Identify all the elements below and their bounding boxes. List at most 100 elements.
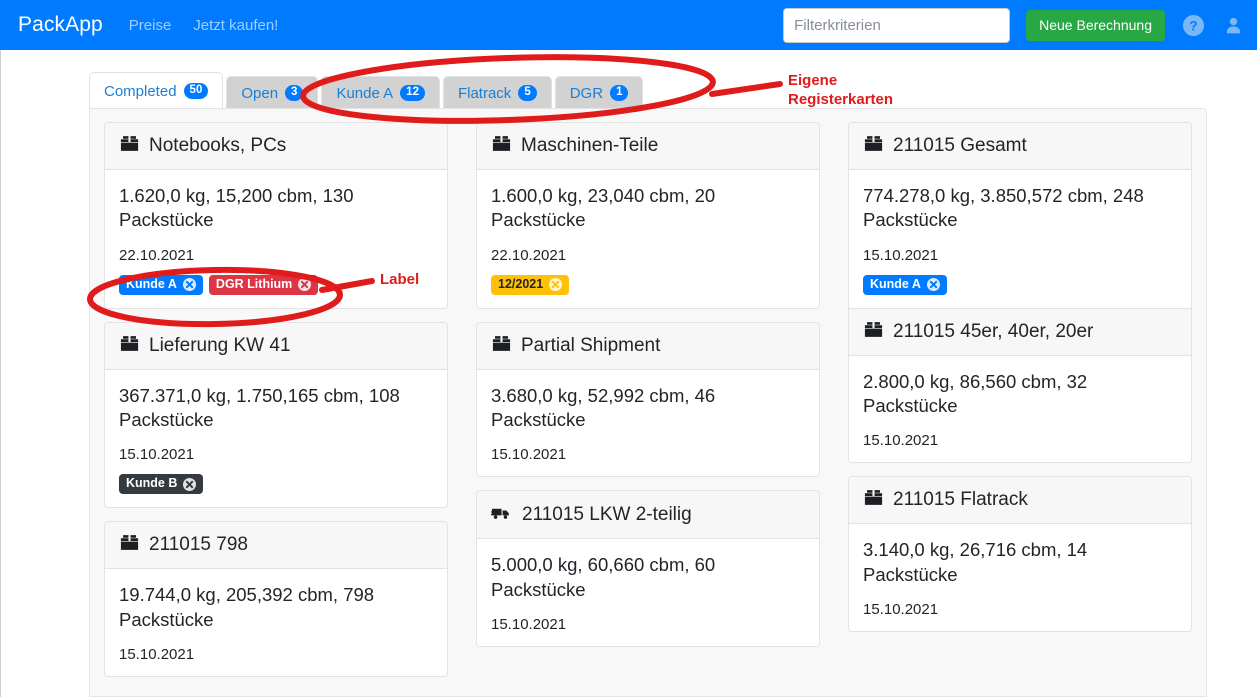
tab-label: Completed [104,82,177,100]
user-icon[interactable] [1221,13,1245,37]
card-body: 3.140,0 kg, 26,716 cbm, 14 Packstücke 15.… [849,524,1191,631]
card-stats: 3.140,0 kg, 26,716 cbm, 14 Packstücke [863,539,1088,585]
card-date: 15.10.2021 [863,246,939,264]
card-title: 211015 798 [149,534,248,556]
remove-label-icon[interactable] [183,477,197,491]
card-date: 15.10.2021 [863,601,939,619]
tab-bar: Completed 50 Open 3 Kunde A 12 Flatrack 5 DGR 1 [89,72,644,109]
card-header: Maschinen-Teile [477,123,819,170]
card-header: Lieferung KW 41 [105,322,447,370]
shipment-card[interactable]: 211015 45er, 40er, 20er 2.800,0 kg, 86,56… [848,308,1192,464]
box-icon [491,333,512,359]
card-label-text: Kunde A [870,276,921,291]
shipment-card[interactable]: 211015 798 19.744,0 kg, 205,392 cbm, 798 … [104,521,448,677]
card-label[interactable]: 12/2021 [491,274,570,295]
card-labels: Kunde B [119,474,433,495]
tab-count-badge: 1 [610,85,629,101]
card-header: 211015 Flatrack [849,477,1191,525]
cards-panel: Notebooks, PCs 1.620,0 kg, 15,200 cbm, 13… [89,108,1207,697]
box-icon [119,532,140,558]
card-label[interactable]: Kunde A [863,274,947,295]
card-column: Notebooks, PCs 1.620,0 kg, 15,200 cbm, 13… [104,122,448,690]
shipment-card[interactable]: Lieferung KW 41 367.371,0 kg, 1.750,165 c… [104,321,448,509]
card-stats: 367.371,0 kg, 1.750,165 cbm, 108 Packstü… [119,384,400,430]
new-calculation-button[interactable]: Neue Berechnung [1026,9,1165,41]
card-header: Partial Shipment [477,322,819,370]
card-columns: Notebooks, PCs 1.620,0 kg, 15,200 cbm, 13… [90,109,1206,690]
svg-text:?: ? [1189,18,1197,33]
card-title: Partial Shipment [521,334,661,356]
card-column: Maschinen-Teile 1.600,0 kg, 23,040 cbm, 2… [476,122,820,690]
box-icon [863,133,884,159]
card-stats: 19.744,0 kg, 205,392 cbm, 798 Packstücke [119,584,375,630]
box-icon [863,487,884,513]
page-body: Completed 50 Open 3 Kunde A 12 Flatrack 5 DGR 1 N… [0,50,1257,697]
tab-dgr[interactable]: DGR 1 [554,76,644,109]
card-body: 367.371,0 kg, 1.750,165 cbm, 108 Packstü… [105,370,447,508]
remove-label-icon[interactable] [926,278,940,292]
help-circle-icon[interactable]: ? [1181,13,1205,37]
tab-count-badge: 50 [183,83,209,99]
filter-input[interactable] [783,7,1011,43]
nav-link-jetzt-kaufen[interactable]: Jetzt kaufen! [193,17,278,34]
card-title: 211015 LKW 2-teilig [522,503,692,525]
nav-link-preise[interactable]: Preise [129,17,172,34]
card-date: 22.10.2021 [119,246,195,264]
tab-kunde-a[interactable]: Kunde A 12 [321,76,440,109]
box-icon [863,319,884,345]
tab-flatrack[interactable]: Flatrack 5 [442,76,552,109]
card-labels: 12/2021 [491,274,805,295]
card-label-text: 12/2021 [498,276,544,291]
truck-icon [491,501,513,528]
card-title: 211015 45er, 40er, 20er [893,320,1094,342]
card-date: 15.10.2021 [119,645,195,663]
card-body: 19.744,0 kg, 205,392 cbm, 798 Packstücke… [105,569,447,676]
box-icon [119,333,140,359]
tab-label: Kunde A [336,84,394,102]
shipment-card[interactable]: 211015 Flatrack 3.140,0 kg, 26,716 cbm, 1… [848,476,1192,633]
card-stats: 5.000,0 kg, 60,660 cbm, 60 Packstücke [491,554,716,600]
card-body: 5.000,0 kg, 60,660 cbm, 60 Packstücke 15.… [477,539,819,646]
card-label[interactable]: Kunde B [119,474,204,495]
card-label-text: DGR Lithium [215,276,293,291]
card-header: 211015 45er, 40er, 20er [849,308,1191,356]
card-title: Notebooks, PCs [149,135,287,156]
card-header: 211015 LKW 2-teilig [477,491,819,540]
shipment-card[interactable]: 211015 LKW 2-teilig 5.000,0 kg, 60,660 cb… [476,490,820,648]
card-labels: Kunde A DGR Lithium [119,274,433,295]
box-icon [119,133,140,159]
tab-label: DGR [569,84,604,102]
remove-label-icon[interactable] [549,278,563,292]
remove-label-icon[interactable] [298,278,312,292]
card-date: 22.10.2021 [491,246,567,264]
card-stats: 3.680,0 kg, 52,992 cbm, 46 Packstücke [491,384,716,430]
card-label[interactable]: Kunde A [119,274,203,295]
shipment-card[interactable]: Notebooks, PCs 1.620,0 kg, 15,200 cbm, 13… [104,122,448,309]
remove-label-icon[interactable] [182,278,196,292]
tab-open[interactable]: Open 3 [226,76,319,109]
card-labels: Kunde A [863,274,1177,295]
card-stats: 1.620,0 kg, 15,200 cbm, 130 Packstücke [119,185,354,231]
card-title: 211015 Flatrack [893,489,1028,511]
tab-completed[interactable]: Completed 50 [89,72,224,109]
card-date: 15.10.2021 [863,432,939,450]
shipment-card[interactable]: Partial Shipment 3.680,0 kg, 52,992 cbm, … [476,321,820,478]
app-brand[interactable]: PackApp [18,13,103,37]
tab-label: Flatrack [457,84,512,102]
card-label[interactable]: DGR Lithium [208,274,319,295]
card-date: 15.10.2021 [119,446,195,464]
shipment-card[interactable]: 211015 Gesamt 774.278,0 kg, 3.850,572 cbm… [848,122,1192,309]
navbar-right-group: Neue Berechnung ? [783,0,1257,50]
card-title: Lieferung KW 41 [149,334,291,356]
card-label-text: Kunde A [126,276,177,291]
card-stats: 774.278,0 kg, 3.850,572 cbm, 248 Packstü… [863,185,1144,231]
card-stats: 2.800,0 kg, 86,560 cbm, 32 Packstücke [863,370,1088,416]
card-body: 2.800,0 kg, 86,560 cbm, 32 Packstücke 15.… [849,356,1191,463]
card-title: 211015 Gesamt [893,135,1027,156]
shipment-card[interactable]: Maschinen-Teile 1.600,0 kg, 23,040 cbm, 2… [476,122,820,309]
box-icon [491,133,512,159]
card-stats: 1.600,0 kg, 23,040 cbm, 20 Packstücke [491,185,716,231]
card-title: Maschinen-Teile [521,135,659,156]
card-header: 211015 Gesamt [849,123,1191,170]
tab-count-badge: 5 [518,85,537,101]
